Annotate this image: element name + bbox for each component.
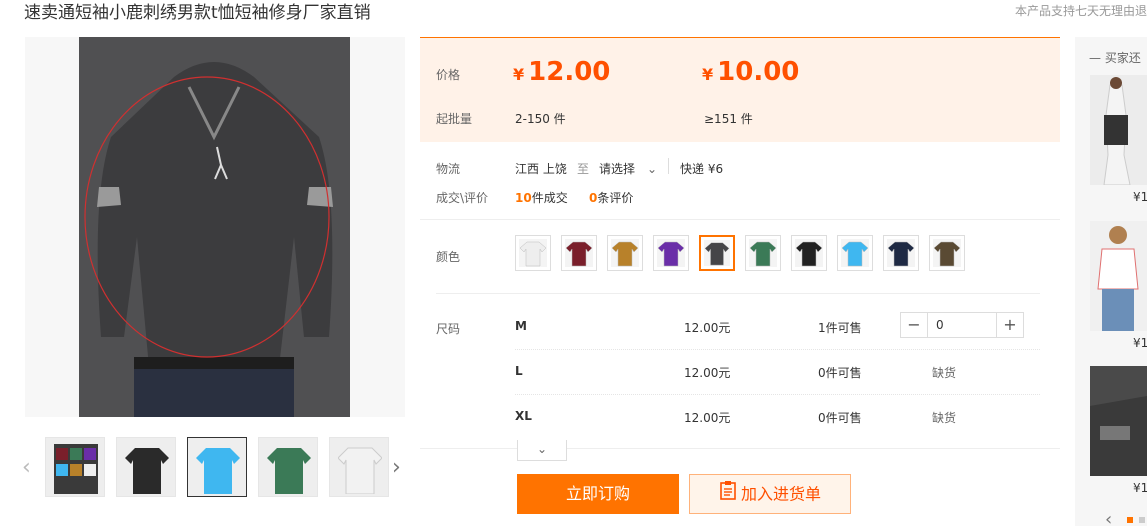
main-product-image[interactable] xyxy=(25,37,405,417)
size-stock: 0件可售 xyxy=(818,366,862,380)
shirt-icon xyxy=(565,239,593,267)
color-swatch[interactable] xyxy=(883,235,919,271)
batch-range-2: ≥151 件 xyxy=(704,112,753,126)
color-swatch[interactable] xyxy=(515,235,551,271)
shirt-icon xyxy=(519,239,547,267)
logistics-to: 至 xyxy=(577,162,590,176)
thumbnail[interactable] xyxy=(329,437,389,497)
size-name: M xyxy=(515,319,527,333)
add-to-cart-button[interactable]: 加入进货单 xyxy=(689,474,851,514)
shirt-photo xyxy=(79,37,350,417)
color-swatch[interactable] xyxy=(653,235,689,271)
clipboard-icon xyxy=(719,476,737,514)
divider xyxy=(420,448,1060,449)
logistics-label: 物流 xyxy=(436,162,461,176)
size-row: M 12.00元 1件可售 − 0 + xyxy=(515,305,1040,350)
color-label: 颜色 xyxy=(436,250,461,264)
thumbnail-prev-arrow-icon[interactable]: ‹ xyxy=(22,455,31,480)
recommend-item-image[interactable] xyxy=(1090,366,1147,476)
pager-dot[interactable] xyxy=(1139,517,1145,523)
size-price: 12.00元 xyxy=(684,321,731,335)
out-of-stock-label: 缺货 xyxy=(932,366,957,380)
size-row: XL 12.00元 0件可售 缺货 xyxy=(515,395,1040,439)
plus-icon[interactable]: + xyxy=(997,313,1023,337)
thumbnail[interactable] xyxy=(45,437,105,497)
return-policy-notice: 本产品支持七天无理由退 xyxy=(1014,4,1147,18)
recommend-item-image[interactable] xyxy=(1090,221,1147,331)
shirt-icon xyxy=(657,239,685,267)
out-of-stock-label: 缺货 xyxy=(932,411,957,425)
color-swatch[interactable] xyxy=(745,235,781,271)
size-stock: 1件可售 xyxy=(818,321,862,335)
size-stock: 0件可售 xyxy=(818,411,862,425)
recommend-item-price: ¥1 xyxy=(1133,481,1147,495)
shirt-icon xyxy=(749,239,777,267)
shipping-fee: 快递 ¥6 xyxy=(680,162,724,176)
color-swatch[interactable] xyxy=(791,235,827,271)
thumbnail[interactable] xyxy=(187,437,247,497)
recommend-item-price: ¥1 xyxy=(1133,336,1147,350)
shirt-icon xyxy=(933,239,961,267)
sidebar-prev-arrow-icon[interactable]: ‹ xyxy=(1105,509,1112,530)
recommend-item-image[interactable] xyxy=(1090,75,1147,185)
color-swatch[interactable] xyxy=(561,235,597,271)
thumbnail[interactable] xyxy=(258,437,318,497)
color-swatch[interactable] xyxy=(929,235,965,271)
thumbnail[interactable] xyxy=(116,437,176,497)
size-row: L 12.00元 0件可售 缺货 xyxy=(515,350,1040,395)
destination-select[interactable]: 请选择 ⌄ xyxy=(599,160,657,177)
shirt-icon xyxy=(887,239,915,267)
color-swatch[interactable] xyxy=(607,235,643,271)
shirt-icon xyxy=(841,239,869,267)
color-swatch[interactable] xyxy=(699,235,735,271)
shirt-icon xyxy=(795,239,823,267)
divider xyxy=(668,158,669,174)
divider xyxy=(436,293,1040,294)
pager-dot[interactable] xyxy=(1127,517,1133,523)
logistics-origin: 江西 上饶 xyxy=(515,162,567,176)
recommend-item-price: ¥1 xyxy=(1133,190,1147,204)
batch-range-1: 2-150 件 xyxy=(515,112,566,126)
review-info[interactable]: 0条评价 xyxy=(589,189,633,206)
price-tier-1: ¥12.00 xyxy=(513,57,611,87)
size-label: 尺码 xyxy=(436,322,461,336)
chevron-down-icon: ⌄ xyxy=(647,162,658,176)
sidebar-title: — 买家还 xyxy=(1089,51,1141,65)
size-name: L xyxy=(515,364,523,378)
color-swatch[interactable] xyxy=(837,235,873,271)
recommend-sidebar: — 买家还 ¥1 ¥1 ¥1 ‹ xyxy=(1075,37,1147,530)
deals-label: 成交\评价 xyxy=(436,191,489,205)
product-title: 速卖通短袖小鹿刺绣男款t恤短袖修身厂家直销 xyxy=(24,3,371,23)
divider xyxy=(420,219,1060,220)
thumbnail-next-arrow-icon[interactable]: › xyxy=(392,455,401,480)
quantity-input[interactable]: 0 xyxy=(927,313,997,337)
minus-icon[interactable]: − xyxy=(901,313,927,337)
size-price: 12.00元 xyxy=(684,411,731,425)
quantity-stepper[interactable]: − 0 + xyxy=(900,312,1024,338)
expand-chevron-icon[interactable]: ⌄ xyxy=(517,440,567,461)
price-label: 价格 xyxy=(436,68,461,82)
order-now-button[interactable]: 立即订购 xyxy=(517,474,679,514)
batch-label: 起批量 xyxy=(436,112,473,126)
price-tier-2: ¥10.00 xyxy=(702,57,800,87)
shirt-icon xyxy=(611,239,639,267)
shirt-icon xyxy=(704,240,730,266)
size-price: 12.00元 xyxy=(684,366,731,380)
sold-info: 10件成交 xyxy=(515,191,568,205)
size-name: XL xyxy=(515,409,532,423)
